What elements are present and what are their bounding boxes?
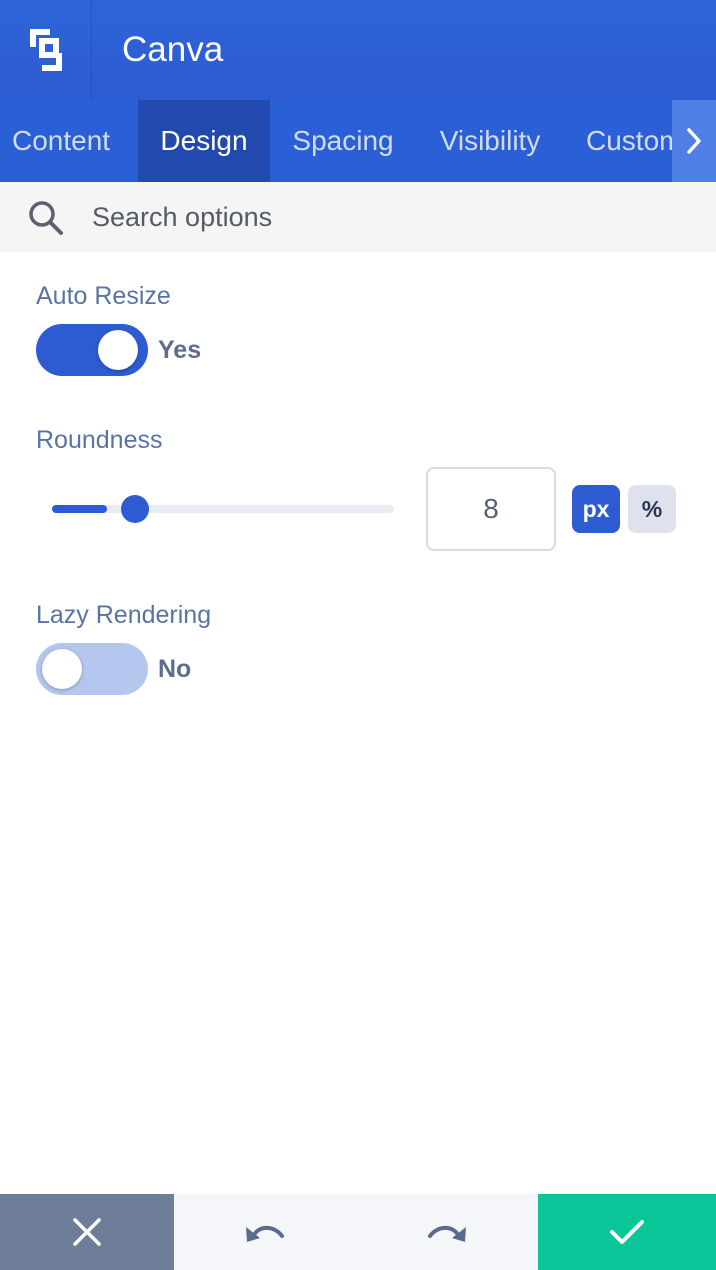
builder-logo-icon bbox=[29, 29, 62, 71]
action-footer bbox=[0, 1194, 716, 1270]
lazy-rendering-toggle[interactable] bbox=[36, 643, 148, 695]
search-input[interactable] bbox=[92, 182, 692, 252]
redo-button[interactable] bbox=[356, 1194, 538, 1270]
roundness-slider[interactable] bbox=[52, 495, 394, 523]
chevron-right-icon bbox=[687, 128, 701, 154]
roundness-label: Roundness bbox=[36, 426, 163, 454]
auto-resize-state: Yes bbox=[158, 336, 202, 364]
unit-percent-button[interactable]: % bbox=[628, 485, 676, 533]
toggle-knob bbox=[42, 649, 82, 689]
app-title: Canva bbox=[122, 30, 224, 69]
slider-fill bbox=[52, 505, 108, 513]
cancel-button[interactable] bbox=[0, 1194, 174, 1270]
slider-handle[interactable] bbox=[121, 495, 150, 523]
close-icon bbox=[73, 1218, 101, 1246]
search-bar bbox=[0, 182, 716, 252]
tab-design[interactable]: Design bbox=[138, 100, 270, 182]
settings-tabs: Content Design Spacing Visibility Custom bbox=[0, 100, 716, 182]
logo bbox=[0, 0, 92, 100]
auto-resize-toggle[interactable] bbox=[36, 324, 148, 376]
save-button[interactable] bbox=[538, 1194, 716, 1270]
unit-px-button[interactable]: px bbox=[572, 485, 620, 533]
roundness-value-input[interactable] bbox=[426, 467, 556, 551]
tab-content[interactable]: Content bbox=[0, 100, 138, 182]
auto-resize-label: Auto Resize bbox=[36, 282, 171, 310]
search-icon bbox=[29, 201, 63, 235]
tab-visibility[interactable]: Visibility bbox=[416, 100, 564, 182]
undo-button[interactable] bbox=[174, 1194, 356, 1270]
lazy-rendering-label: Lazy Rendering bbox=[36, 601, 212, 629]
check-icon bbox=[610, 1220, 644, 1244]
tabs-scroll-right-button[interactable] bbox=[672, 100, 716, 182]
lazy-rendering-state: No bbox=[158, 655, 192, 683]
undo-icon bbox=[246, 1225, 284, 1242]
tab-spacing[interactable]: Spacing bbox=[270, 100, 416, 182]
app-header: Canva bbox=[0, 0, 716, 100]
redo-icon bbox=[428, 1225, 466, 1242]
toggle-knob bbox=[98, 330, 138, 370]
